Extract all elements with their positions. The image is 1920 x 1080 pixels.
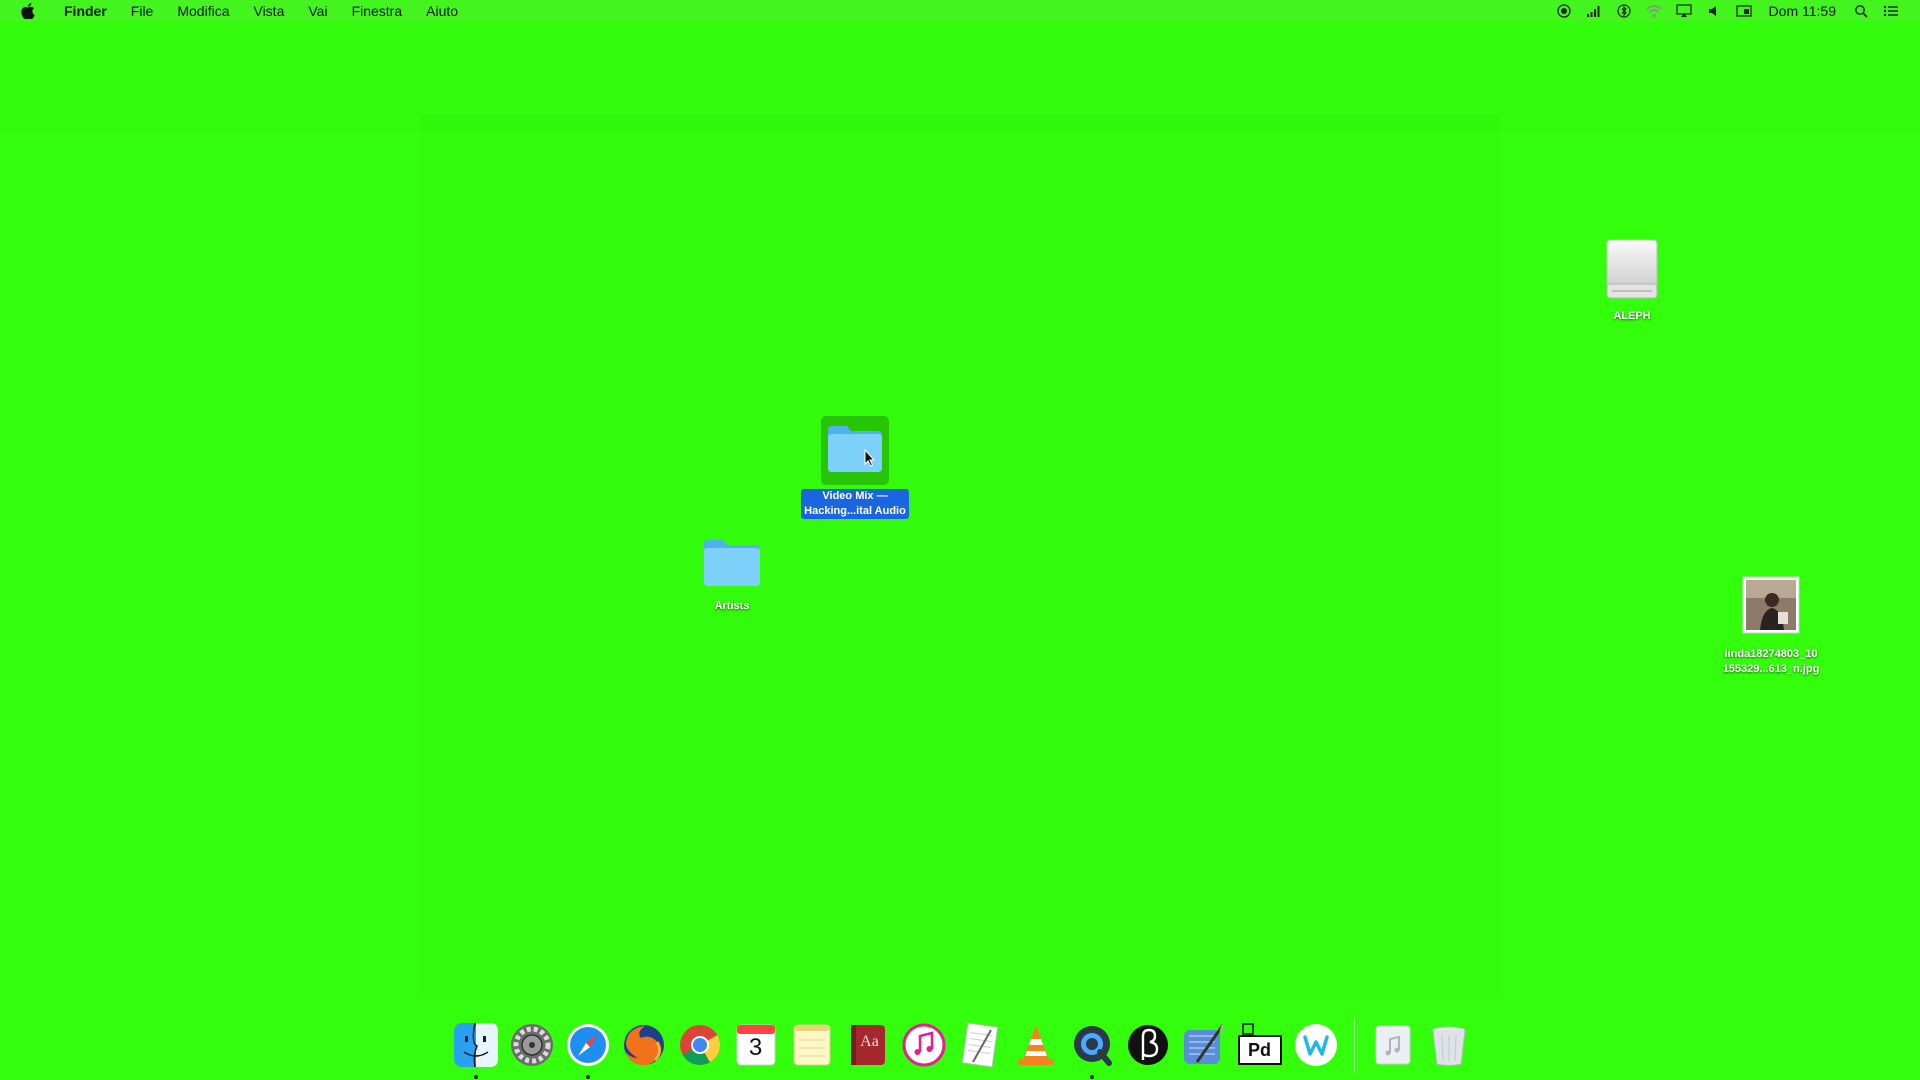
traffic-cone-icon (1017, 1025, 1054, 1065)
music-folder-icon (1375, 1025, 1410, 1065)
chrome-icon (679, 1025, 720, 1065)
menu-file[interactable]: File (119, 0, 166, 22)
dock-dictionary[interactable]: Aa (843, 1020, 893, 1070)
gear-icon (510, 1024, 553, 1066)
bluetooth-icon[interactable] (1616, 3, 1632, 19)
dock-finder[interactable] (451, 1020, 501, 1079)
quicktime-icon (1073, 1026, 1112, 1066)
dock-quicktime[interactable] (1067, 1020, 1117, 1079)
beta-icon (1127, 1025, 1168, 1065)
screen-record-icon[interactable] (1556, 3, 1572, 19)
menu-edit[interactable]: Modifica (165, 0, 241, 22)
desktop-band (420, 115, 1500, 995)
running-indicator (585, 1075, 590, 1079)
dock-beta-app[interactable] (1123, 1020, 1173, 1070)
dock-vlc[interactable] (1011, 1020, 1061, 1070)
airplay-icon[interactable] (1675, 3, 1692, 19)
desktop-icon-video-folder[interactable]: Video Mix — Hacking...ital Audio (790, 416, 920, 519)
dock-separator (1353, 1017, 1355, 1073)
calendar-day: 3 (748, 1034, 763, 1061)
apple-menu-icon[interactable] (18, 0, 38, 22)
finder-icon (453, 1022, 498, 1068)
dictionary-label: Aa (860, 1033, 879, 1050)
wifi-icon[interactable] (1646, 3, 1662, 19)
dock-firefox[interactable] (619, 1020, 669, 1070)
display-icon[interactable] (1735, 3, 1752, 19)
volume-icon[interactable] (1706, 3, 1722, 19)
dock-pure-data[interactable]: Pd (1235, 1020, 1285, 1070)
drive-label: ALEPH (1613, 310, 1651, 322)
notification-list-icon[interactable] (1883, 3, 1899, 19)
dock-chrome[interactable] (675, 1020, 725, 1070)
desktop-icon-artists-folder[interactable]: Artists (692, 536, 772, 614)
image-thumbnail-icon (1742, 576, 1800, 639)
music-note-icon (902, 1023, 945, 1067)
menu-app-name[interactable]: Finder (52, 0, 119, 22)
dock-music-folder[interactable] (1368, 1020, 1418, 1070)
video-folder-label-line1: Video Mix — (822, 490, 888, 502)
menu-go[interactable]: Vai (296, 0, 339, 22)
menu-bar: Finder File Modifica Vista Vai Finestra … (0, 0, 1920, 22)
dock: 3 Aa Pd (432, 1010, 1492, 1080)
pd-label: Pd (1247, 1040, 1271, 1060)
dock-calendar[interactable]: 3 (731, 1020, 781, 1070)
artists-folder-label: Artists (714, 600, 750, 612)
compass-icon (566, 1024, 609, 1066)
desktop-icon-image-file[interactable]: linda18274803_10 155329...613_n.jpg (1706, 576, 1836, 677)
folder-icon (701, 536, 763, 593)
dock-system-preferences[interactable] (507, 1020, 557, 1070)
firefox-icon (623, 1025, 664, 1066)
menu-window[interactable]: Finestra (340, 0, 415, 22)
textedit-icon (961, 1022, 998, 1068)
running-indicator (473, 1075, 478, 1079)
notes-icon (793, 1024, 830, 1066)
video-folder-label: Video Mix — Hacking...ital Audio (801, 489, 909, 519)
dock-textedit[interactable] (955, 1020, 1005, 1070)
trash-icon (1432, 1026, 1465, 1066)
dock-xcode[interactable] (1179, 1020, 1229, 1070)
dock-notes[interactable] (787, 1020, 837, 1070)
dock-itunes[interactable] (899, 1020, 949, 1070)
folder-icon (825, 426, 885, 480)
xcode-icon (1183, 1024, 1224, 1064)
image-file-label-line1: linda18274803_10 (1724, 648, 1818, 660)
dock-safari[interactable] (563, 1020, 613, 1079)
spotlight-icon[interactable] (1853, 3, 1869, 19)
menu-clock[interactable]: Dom 11:59 (1769, 3, 1836, 19)
running-indicator (1089, 1075, 1094, 1079)
image-file-label-line2: 155329...613_n.jpg (1722, 663, 1820, 675)
dock-word-app[interactable] (1291, 1020, 1341, 1070)
dock-trash[interactable] (1424, 1020, 1474, 1070)
selection-highlight (821, 416, 889, 485)
hard-drive-icon (1604, 238, 1660, 307)
w-circle-icon (1294, 1024, 1337, 1066)
image-file-label: linda18274803_10 155329...613_n.jpg (1723, 647, 1820, 677)
video-folder-label-line2: Hacking...ital Audio (804, 505, 906, 517)
signal-bars-icon[interactable] (1586, 3, 1602, 19)
desktop-icon-drive[interactable]: ALEPH (1592, 238, 1672, 324)
menu-view[interactable]: Vista (241, 0, 296, 22)
menu-help[interactable]: Aiuto (414, 0, 470, 22)
